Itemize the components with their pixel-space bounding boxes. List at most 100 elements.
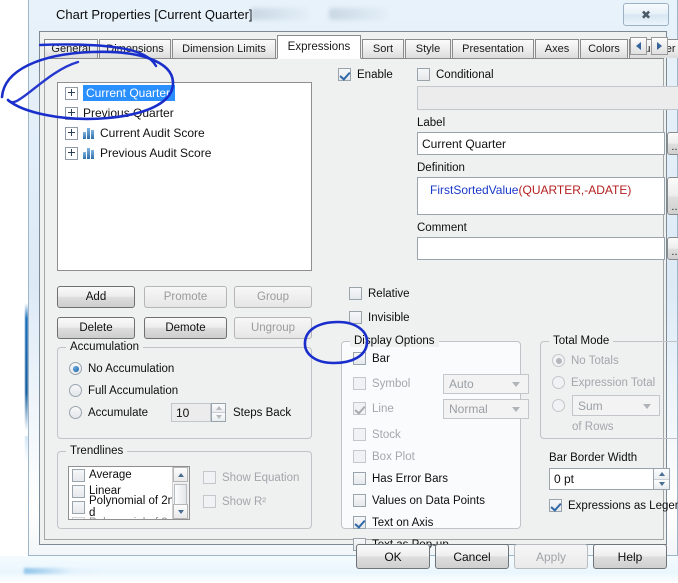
label-browse-button[interactable]: ... xyxy=(667,132,678,155)
delete-button[interactable]: Delete xyxy=(57,317,135,339)
checkbox-indicator[interactable] xyxy=(549,499,562,512)
expand-plus-icon[interactable] xyxy=(65,126,78,140)
spinner-up-button[interactable] xyxy=(212,404,225,413)
promote-button[interactable]: Promote xyxy=(144,286,227,308)
radio-expression-total[interactable]: Expression Total xyxy=(552,376,655,389)
scroll-up-button[interactable] xyxy=(173,467,188,482)
list-item[interactable]: Polynomial of 3rd d xyxy=(69,515,189,519)
add-button[interactable]: Add xyxy=(57,286,135,308)
stock-checkbox[interactable]: Stock xyxy=(353,428,401,441)
label-input[interactable]: Current Quarter xyxy=(417,132,665,155)
show-equation-checkbox[interactable]: Show Equation xyxy=(203,471,299,484)
bar-border-width-spinner[interactable] xyxy=(653,468,670,490)
tab-scroll-right-button[interactable] xyxy=(651,37,668,55)
scrollbar-thumb[interactable] xyxy=(174,484,187,506)
box-plot-checkbox[interactable]: Box Plot xyxy=(353,450,415,463)
conditional-checkbox[interactable]: Conditional xyxy=(417,68,494,81)
checkbox-indicator[interactable] xyxy=(349,311,362,324)
tab-style[interactable]: Style xyxy=(405,39,451,58)
demote-button[interactable]: Demote xyxy=(144,317,227,339)
ok-button[interactable]: OK xyxy=(356,544,430,569)
relative-checkbox[interactable]: Relative xyxy=(349,287,410,300)
checkbox-indicator[interactable] xyxy=(353,450,366,463)
text-on-axis-checkbox[interactable]: Text on Axis xyxy=(353,516,433,529)
checkbox-indicator[interactable] xyxy=(353,428,366,441)
ungroup-button[interactable]: Ungroup xyxy=(234,317,312,339)
checkbox-indicator[interactable] xyxy=(72,516,85,519)
list-item[interactable]: Average xyxy=(69,467,189,483)
tab-dimensions[interactable]: Dimensions xyxy=(99,39,171,58)
scroll-down-button[interactable] xyxy=(173,504,188,519)
checkbox-indicator[interactable] xyxy=(72,484,85,498)
list-item[interactable]: Polynomial of 2nd d xyxy=(69,495,189,519)
tab-sort[interactable]: Sort xyxy=(362,39,404,58)
show-r2-checkbox[interactable]: Show R² xyxy=(203,495,266,508)
close-button[interactable]: ✖ xyxy=(623,3,669,26)
radio-full-accumulation[interactable]: Full Accumulation xyxy=(69,384,178,397)
tree-item-previous-audit-score[interactable]: Previous Audit Score xyxy=(58,143,311,163)
tab-scroll-left-button[interactable] xyxy=(630,37,647,55)
symbol-combo[interactable]: Auto xyxy=(443,374,529,394)
comment-input[interactable] xyxy=(417,237,665,260)
tree-item-current-quarter[interactable]: Current Quarter xyxy=(58,83,311,103)
radio-no-accumulation[interactable]: No Accumulation xyxy=(69,362,174,375)
radio-aggregation[interactable] xyxy=(552,399,571,412)
help-button[interactable]: Help xyxy=(593,544,667,569)
display-options-legend: Display Options xyxy=(350,335,439,347)
expressions-as-legend-checkbox[interactable]: Expressions as Legend xyxy=(549,499,678,512)
invisible-checkbox[interactable]: Invisible xyxy=(349,311,410,324)
checkbox-indicator[interactable] xyxy=(353,516,366,529)
tab-dimension-limits[interactable]: Dimension Limits xyxy=(172,39,276,58)
expressions-tree[interactable]: Current Quarter Previous Quarter Current… xyxy=(57,82,312,271)
values-on-data-points-checkbox[interactable]: Values on Data Points xyxy=(353,494,485,507)
tab-presentation[interactable]: Presentation xyxy=(452,39,534,58)
apply-button[interactable]: Apply xyxy=(514,544,588,569)
spinner-down-button[interactable] xyxy=(212,413,225,421)
checkbox-indicator[interactable] xyxy=(353,402,366,415)
checkbox-indicator[interactable] xyxy=(203,495,216,508)
checkbox-indicator[interactable] xyxy=(417,68,430,81)
checkbox-indicator[interactable] xyxy=(338,68,351,81)
steps-back-spinner[interactable] xyxy=(211,403,226,422)
definition-input[interactable]: FirstSortedValue(QUARTER,-ADATE) xyxy=(417,177,665,215)
title-smudge-a xyxy=(251,8,309,20)
radio-no-totals[interactable]: No Totals xyxy=(552,354,619,367)
bar-checkbox[interactable]: Bar xyxy=(353,352,390,365)
checkbox-indicator[interactable] xyxy=(72,500,85,514)
trendlines-scrollbar[interactable] xyxy=(172,467,189,519)
cancel-button[interactable]: Cancel xyxy=(435,544,509,569)
conditional-input[interactable] xyxy=(417,86,678,110)
title-bar[interactable]: Chart Properties [Current Quarter] ✖ xyxy=(29,0,677,30)
spinner-down-button[interactable] xyxy=(654,479,669,489)
comment-browse-button[interactable]: ... xyxy=(667,237,678,260)
tab-general[interactable]: General xyxy=(44,39,98,58)
tree-item-current-audit-score[interactable]: Current Audit Score xyxy=(58,123,311,143)
group-button[interactable]: Group xyxy=(234,286,312,308)
checkbox-indicator[interactable] xyxy=(203,471,216,484)
checkbox-indicator[interactable] xyxy=(349,287,362,300)
aggregation-combo[interactable]: Sum xyxy=(572,395,660,416)
tab-expressions[interactable]: Expressions xyxy=(277,35,361,59)
bar-border-width-input[interactable]: 0 pt xyxy=(549,468,669,490)
checkbox-indicator[interactable] xyxy=(72,468,85,482)
checkbox-indicator[interactable] xyxy=(353,352,366,365)
checkbox-indicator[interactable] xyxy=(353,377,366,390)
tree-item-previous-quarter[interactable]: Previous Quarter xyxy=(58,103,311,123)
line-checkbox[interactable]: Line xyxy=(353,402,394,415)
enable-checkbox[interactable]: Enable xyxy=(338,68,393,81)
symbol-checkbox[interactable]: Symbol xyxy=(353,377,410,390)
tab-colors[interactable]: Colors xyxy=(580,39,628,58)
tab-axes[interactable]: Axes xyxy=(535,39,579,58)
expand-plus-icon[interactable] xyxy=(65,86,78,100)
steps-back-input[interactable]: 10 xyxy=(171,403,211,422)
spinner-up-button[interactable] xyxy=(654,469,669,480)
has-error-bars-checkbox[interactable]: Has Error Bars xyxy=(353,472,448,485)
expand-plus-icon[interactable] xyxy=(65,106,78,120)
checkbox-indicator[interactable] xyxy=(353,494,366,507)
checkbox-indicator[interactable] xyxy=(353,472,366,485)
trendlines-list[interactable]: Average Linear Polynomial of 2nd d xyxy=(68,466,190,520)
radio-accumulate[interactable]: Accumulate xyxy=(69,406,148,419)
expand-plus-icon[interactable] xyxy=(65,146,78,160)
line-combo[interactable]: Normal xyxy=(443,399,529,419)
definition-browse-button[interactable]: ... xyxy=(667,177,678,215)
